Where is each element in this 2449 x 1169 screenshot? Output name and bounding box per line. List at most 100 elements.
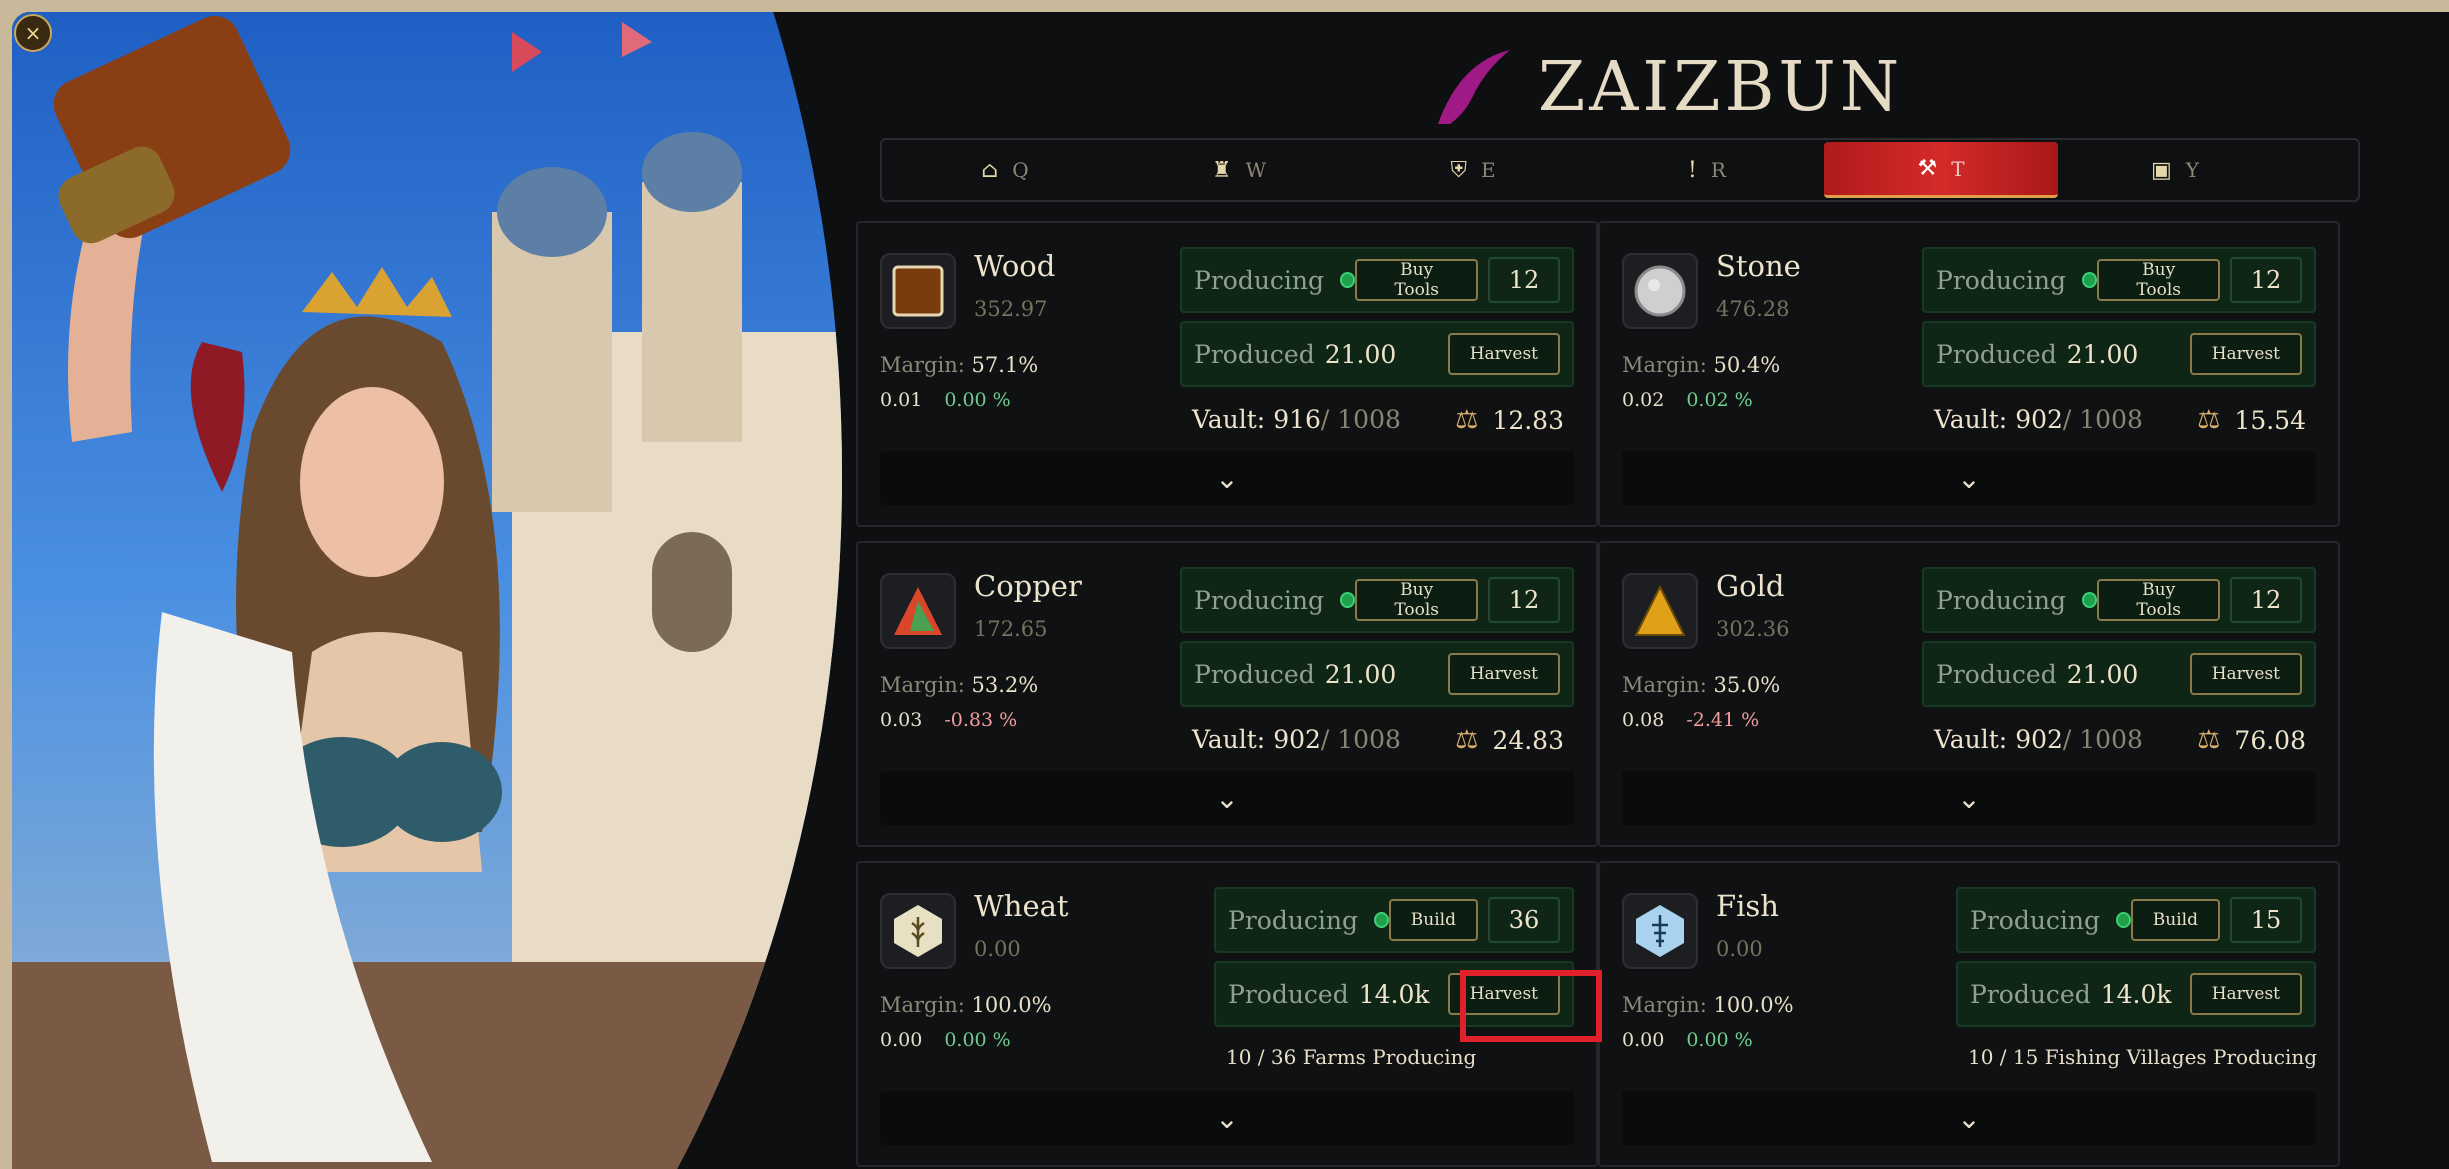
harvest-button[interactable]: Harvest [2189,653,2302,695]
expand-button[interactable]: ⌄ [1622,451,2316,505]
build-button[interactable]: Build [1388,899,1478,941]
pickaxe-icon: ⚒ [1917,156,1938,181]
vault-line: Vault: 902/ 1008 [1934,725,2143,754]
scales-icon: ⚖ [2197,725,2221,755]
chevron-down-icon: ⌄ [1957,781,1981,815]
scales-icon: ⚖ [1455,725,1479,755]
scales-icon: ⚖ [2197,405,2221,435]
expand-button[interactable]: ⌄ [880,771,1574,825]
tab-w[interactable]: ♜ W [1122,142,1356,198]
producing-status-dot [2082,272,2098,288]
harvest-button[interactable]: Harvest [2189,973,2302,1015]
vault-line: Vault: 902/ 1008 [1192,725,1401,754]
produced-panel: Produced 14.0k Harvest [1956,961,2316,1027]
house-icon: ⌂ [981,157,999,183]
brand-title: ZAIZBUN [1538,47,1904,127]
price-change: 0.00 % [944,1029,1011,1051]
resource-price: 172.65 [974,617,1048,641]
producing-status-dot [2082,592,2098,608]
margin-label: Margin: [880,993,965,1017]
stone-icon [1622,253,1698,329]
shield-icon: ⛨ [1450,157,1467,183]
wheat-icon [880,893,956,969]
resource-name: Gold [1716,569,1785,603]
tab-q[interactable]: ⌂ Q [888,142,1122,198]
tool-count: 12 [2230,577,2302,623]
expand-button[interactable]: ⌄ [1622,771,2316,825]
harvest-button[interactable]: Harvest [1447,653,1560,695]
margin-label: Margin: [1622,353,1707,377]
producing-panel: Producing Buy Tools 12 [1180,247,1574,313]
resource-price: 302.36 [1716,617,1790,641]
expand-button[interactable]: ⌄ [880,451,1574,505]
margin-label: Margin: [880,353,965,377]
tool-count: 15 [2230,897,2302,943]
resource-name: Copper [974,569,1082,603]
tax-value: 15.54 [2234,405,2306,435]
harvest-button[interactable]: Harvest [1447,973,1560,1015]
resource-name: Wood [974,249,1056,283]
tool-count: 12 [1488,577,1560,623]
tool-count: 36 [1488,897,1560,943]
resource-stats: 0.01 0.00 % [880,389,1011,411]
tax-line: ⚖ 12.83 [1455,405,1564,435]
producing-label: Producing [1970,905,2101,935]
produced-amount: 14.0k [2100,979,2172,1009]
tab-t[interactable]: ⚒ T [1824,142,2058,198]
margin-value: 57.1% [971,353,1039,377]
main-tab-bar: ⌂ Q ♜ W ⛨ E! R ⚒ T ▣ Y [880,138,2360,202]
buy-tools-button[interactable]: Buy Tools [2097,579,2220,621]
producing-label: Producing [1194,265,1325,295]
producing-label: Producing [1194,585,1325,615]
chevron-down-icon: ⌄ [1957,461,1981,495]
tab-r[interactable]: ! R [1590,142,1824,198]
margin-line: Margin: 100.0% [1622,993,1794,1017]
price-change: 0.00 % [944,389,1011,411]
production-status: 10 / 36 Farms Producing [1226,1045,1477,1069]
exclamation-icon: ! [1688,157,1697,183]
produced-label: Produced [1970,979,2091,1009]
margin-line: Margin: 57.1% [880,353,1038,377]
resource-price: 352.97 [974,297,1048,321]
chevron-down-icon: ⌄ [1215,461,1239,495]
harvest-button[interactable]: Harvest [1447,333,1560,375]
expand-button[interactable]: ⌄ [880,1091,1574,1145]
vault-label: Vault: [1192,725,1266,754]
vault-capacity: / 1008 [2062,405,2143,434]
gold-icon [1622,573,1698,649]
producing-panel: Producing Buy Tools 12 [1180,567,1574,633]
produced-panel: Produced 14.0k Harvest [1214,961,1574,1027]
produced-label: Produced [1228,979,1349,1009]
resource-price: 0.00 [1716,937,1763,961]
producing-status-dot [1340,592,1356,608]
margin-value: 100.0% [1713,993,1794,1017]
vault-capacity: / 1008 [1320,725,1401,754]
produced-amount: 21.00 [1324,339,1397,369]
margin-value: 100.0% [971,993,1052,1017]
scales-icon: ⚖ [1455,405,1479,435]
buy-tools-button[interactable]: Buy Tools [2097,259,2220,301]
harvest-button[interactable]: Harvest [2189,333,2302,375]
margin-value: 50.4% [1713,353,1781,377]
resource-stats: 0.08 -2.41 % [1622,709,1759,731]
buy-tools-button[interactable]: Buy Tools [1355,579,1478,621]
stat-value: 0.00 [1622,1029,1665,1051]
expand-button[interactable]: ⌄ [1622,1091,2316,1145]
tax-value: 24.83 [1492,725,1564,755]
build-button[interactable]: Build [2130,899,2220,941]
festival-artwork [12,12,842,1169]
tax-line: ⚖ 24.83 [1455,725,1564,755]
buy-tools-button[interactable]: Buy Tools [1355,259,1478,301]
tab-e[interactable]: ⛨ E [1356,142,1590,198]
resource-price: 476.28 [1716,297,1790,321]
vault-amount: 902 [1273,725,1321,754]
produced-panel: Produced 21.00 Harvest [1180,321,1574,387]
resource-stats: 0.00 0.00 % [880,1029,1011,1051]
producing-status-dot [1340,272,1356,288]
produced-label: Produced [1936,339,2057,369]
tab-y[interactable]: ▣ Y [2058,142,2292,198]
margin-line: Margin: 100.0% [880,993,1052,1017]
close-button[interactable]: × [14,14,52,52]
resource-card-wood: Wood 352.97 Margin: 57.1% 0.01 0.00 % Produc… [856,221,1598,527]
resource-name: Stone [1716,249,1801,283]
